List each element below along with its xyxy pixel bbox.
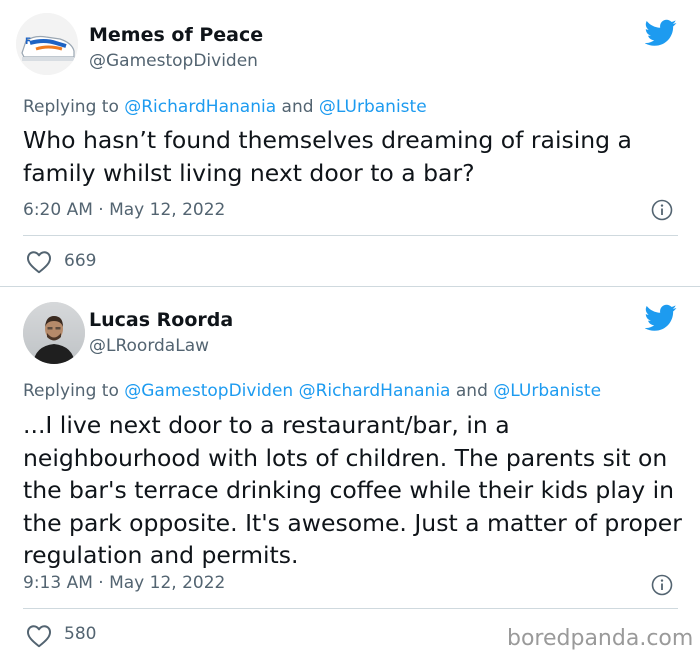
mention-link[interactable]: @RichardHanania [124, 97, 276, 117]
tweet-card[interactable]: F Memes of Peace @GamestopDividen Replyi… [0, 0, 700, 286]
replying-to-label: Replying to [23, 381, 125, 401]
watermark: boredpanda.com [507, 626, 694, 651]
replying-to-line: Replying to @RichardHanania and @LUrbani… [23, 97, 427, 117]
timestamp[interactable]: 6:20 AM · May 12, 2022 [23, 200, 225, 220]
tweet-text: ...I live next door to a restaurant/bar,… [23, 411, 682, 569]
twitter-bird-icon[interactable] [645, 304, 677, 332]
like-count: 669 [64, 251, 97, 271]
and-label: and [450, 381, 494, 401]
heart-icon[interactable] [26, 624, 52, 648]
mention-link[interactable]: @LUrbaniste [493, 381, 601, 401]
tweet-card[interactable]: Lucas Roorda @LRoordaLaw Replying to @Ga… [0, 287, 700, 664]
author-handle[interactable]: @LRoordaLaw [89, 336, 209, 356]
twitter-bird-icon[interactable] [645, 19, 677, 47]
tweet-text: Who hasn’t found themselves dreaming of … [23, 126, 632, 187]
sneaker-avatar-icon[interactable]: F [16, 13, 78, 75]
author-name[interactable]: Memes of Peace [89, 24, 263, 46]
info-icon[interactable] [651, 199, 673, 221]
author-name[interactable]: Lucas Roorda [89, 309, 233, 331]
mention-link[interactable]: @RichardHanania [299, 381, 451, 401]
svg-text:F: F [25, 37, 31, 47]
person-photo-avatar-icon[interactable] [23, 302, 85, 364]
replying-to-label: Replying to [23, 97, 125, 117]
author-handle[interactable]: @GamestopDividen [89, 51, 258, 71]
mention-link[interactable]: @LUrbaniste [319, 97, 427, 117]
divider [23, 235, 678, 236]
timestamp[interactable]: 9:13 AM · May 12, 2022 [23, 573, 225, 593]
and-label: and [276, 97, 319, 117]
like-count: 580 [64, 624, 97, 644]
mention-link[interactable]: @GamestopDividen [124, 381, 293, 401]
divider [23, 608, 678, 609]
heart-icon[interactable] [26, 250, 52, 274]
info-icon[interactable] [651, 574, 673, 596]
replying-to-line: Replying to @GamestopDividen @RichardHan… [23, 381, 601, 401]
